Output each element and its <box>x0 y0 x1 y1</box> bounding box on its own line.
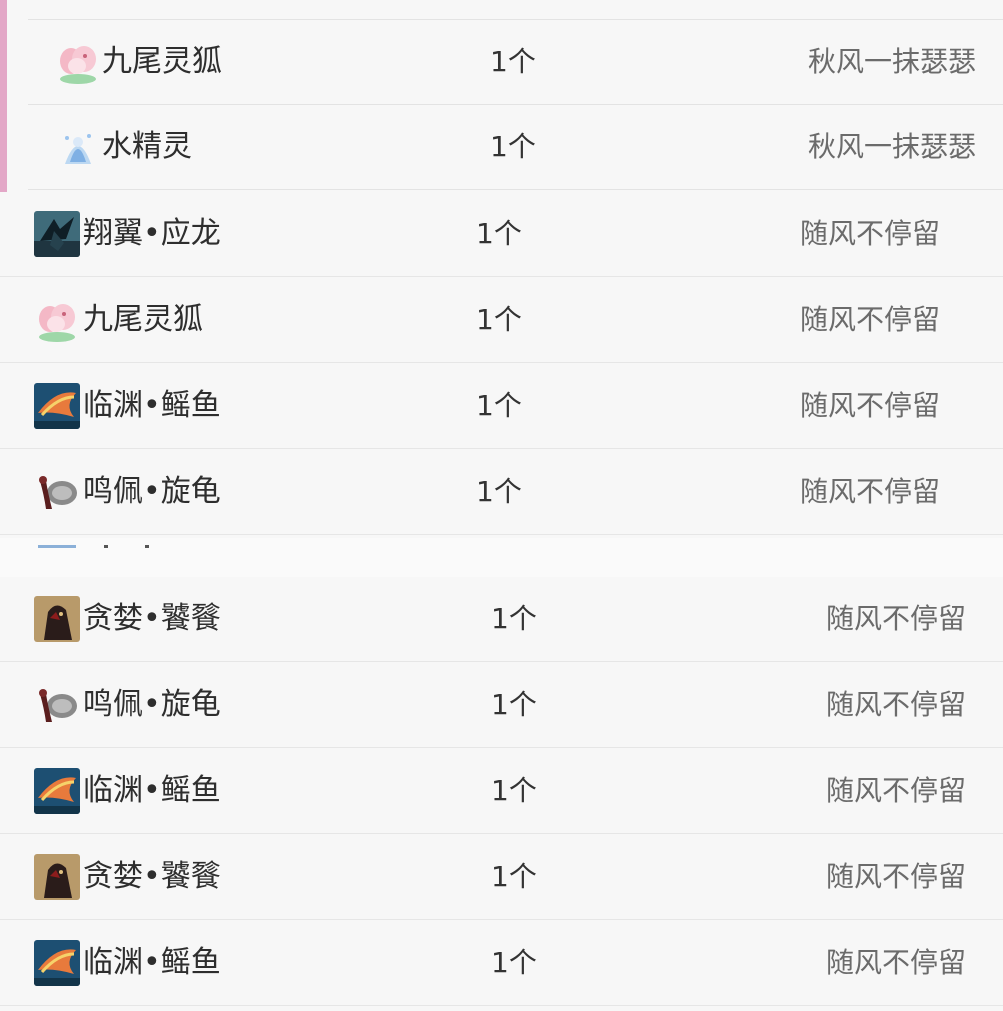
list-item[interactable]: 翔翼•应龙 1个 随风不停留 <box>0 192 1003 277</box>
list-item[interactable]: 临渊•鳐鱼 1个 随风不停留 <box>0 921 1003 1006</box>
item-owner: 随风不停留 <box>800 303 941 336</box>
item-quantity: 1个 <box>476 389 522 422</box>
list-item[interactable]: 贪婪•饕餮 1个 随风不停留 <box>0 577 1003 662</box>
item-list-panel-3: 贪婪•饕餮 1个 随风不停留 鸣佩•旋龟 1个 随风不停留 临渊•鳐鱼 1个 随… <box>0 577 1003 1011</box>
item-owner: 随风不停留 <box>826 946 967 979</box>
item-quantity: 1个 <box>476 303 522 336</box>
item-name: 九尾灵狐 <box>83 302 203 337</box>
item-name: 翔翼•应龙 <box>83 216 221 251</box>
item-quantity: 1个 <box>490 130 536 163</box>
list-item[interactable]: 九尾灵狐 1个 秋风一抹瑟瑟 <box>28 20 1003 105</box>
taotie-icon <box>34 596 80 642</box>
list-item[interactable]: 临渊•鳐鱼 1个 随风不停留 <box>0 749 1003 834</box>
cutoff-text-fragment <box>104 545 108 548</box>
cutoff-icon-fragment <box>38 545 76 548</box>
item-quantity: 1个 <box>476 475 522 508</box>
item-owner: 随风不停留 <box>800 475 941 508</box>
item-owner: 随风不停留 <box>800 389 941 422</box>
ray-fish-icon <box>34 768 80 814</box>
item-quantity: 1个 <box>476 217 522 250</box>
item-owner: 随风不停留 <box>826 602 967 635</box>
item-name: 临渊•鳐鱼 <box>83 773 221 808</box>
spiral-turtle-icon <box>34 682 80 728</box>
item-name: 鸣佩•旋龟 <box>83 474 221 509</box>
cutoff-row <box>0 538 1003 577</box>
item-name: 水精灵 <box>102 129 192 164</box>
ray-fish-icon <box>34 940 80 986</box>
water-spirit-icon <box>55 124 101 170</box>
winged-dragon-icon <box>34 211 80 257</box>
item-quantity: 1个 <box>491 774 537 807</box>
item-list-panel-2: 翔翼•应龙 1个 随风不停留 九尾灵狐 1个 随风不停留 临渊•鳐鱼 1个 随风… <box>0 192 1003 538</box>
item-name: 贪婪•饕餮 <box>83 859 221 894</box>
nine-tailed-fox-icon <box>55 39 101 85</box>
item-name: 九尾灵狐 <box>102 44 222 79</box>
item-quantity: 1个 <box>490 45 536 78</box>
item-quantity: 1个 <box>491 946 537 979</box>
item-name: 贪婪•饕餮 <box>83 601 221 636</box>
ray-fish-icon <box>34 383 80 429</box>
list-item[interactable]: 鸣佩•旋龟 1个 随风不停留 <box>0 663 1003 748</box>
list-item[interactable]: 临渊•鳐鱼 1个 随风不停留 <box>0 364 1003 449</box>
accent-bar <box>0 0 7 192</box>
item-owner: 随风不停留 <box>800 217 941 250</box>
item-owner: 随风不停留 <box>826 774 967 807</box>
item-name: 临渊•鳐鱼 <box>83 945 221 980</box>
item-owner: 秋风一抹瑟瑟 <box>808 130 977 163</box>
item-name: 鸣佩•旋龟 <box>83 687 221 722</box>
list-item[interactable]: 贪婪•饕餮 1个 随风不停留 <box>0 835 1003 920</box>
item-owner: 秋风一抹瑟瑟 <box>808 45 977 78</box>
item-owner: 随风不停留 <box>826 688 967 721</box>
item-quantity: 1个 <box>491 860 537 893</box>
item-owner: 随风不停留 <box>826 860 967 893</box>
spiral-turtle-icon <box>34 469 80 515</box>
list-item[interactable]: 九尾灵狐 1个 随风不停留 <box>0 278 1003 363</box>
cutoff-text-fragment <box>145 545 149 548</box>
item-quantity: 1个 <box>491 688 537 721</box>
item-quantity: 1个 <box>491 602 537 635</box>
item-list-panel-1: 九尾灵狐 1个 秋风一抹瑟瑟 水精灵 1个 秋风一抹瑟瑟 <box>0 0 1003 192</box>
nine-tailed-fox-icon <box>34 297 80 343</box>
item-name: 临渊•鳐鱼 <box>83 388 221 423</box>
list-item[interactable]: 水精灵 1个 秋风一抹瑟瑟 <box>28 105 1003 190</box>
taotie-icon <box>34 854 80 900</box>
list-item[interactable]: 鸣佩•旋龟 1个 随风不停留 <box>0 450 1003 535</box>
